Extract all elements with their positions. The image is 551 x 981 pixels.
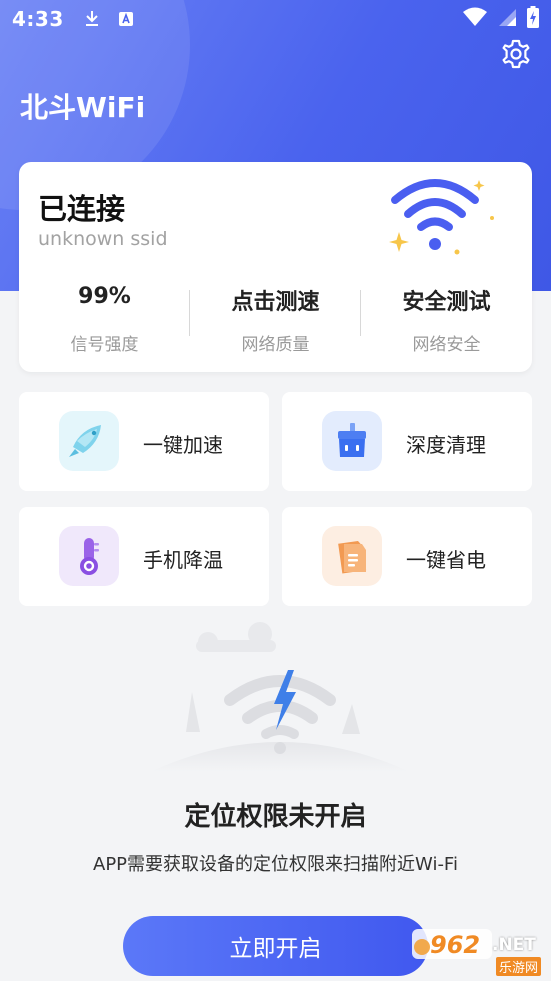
watermark-number: 962 <box>430 931 481 959</box>
stat-label: 网络质量 <box>241 335 310 355</box>
tool-tile-cooldown[interactable]: 手机降温 <box>19 507 269 606</box>
status-bar: 4:33 <box>0 0 551 38</box>
site-watermark: 962 .NET 乐游网 <box>412 925 547 977</box>
stat-value: 99% <box>78 284 131 309</box>
stat-label: 信号强度 <box>70 335 139 355</box>
stat-divider <box>360 290 361 336</box>
rocket-icon <box>59 411 119 471</box>
connection-status: 已连接 <box>38 192 126 226</box>
permission-title: 定位权限未开启 <box>184 802 367 832</box>
wifi-illustration <box>385 170 505 256</box>
connection-card: 已连接 unknown ssid 99% 信号强度 点击测速 网络质量 安全测试… <box>19 162 532 372</box>
stat-security-test[interactable]: 安全测试 网络安全 <box>361 274 532 364</box>
tool-label: 一键省电 <box>406 548 486 572</box>
gear-icon <box>500 38 532 74</box>
stat-label: 网络安全 <box>412 335 481 355</box>
battery-charging-icon <box>527 6 539 32</box>
stats-row: 99% 信号强度 点击测速 网络质量 安全测试 网络安全 <box>19 274 532 364</box>
stat-signal-strength[interactable]: 99% 信号强度 <box>19 274 190 364</box>
battery-saver-icon <box>322 526 382 586</box>
tool-tile-deep-clean[interactable]: 深度清理 <box>282 392 532 491</box>
font-icon <box>118 11 134 27</box>
stat-speed-test[interactable]: 点击测速 网络质量 <box>190 274 361 364</box>
wifi-signal-icon <box>463 7 487 31</box>
broom-icon <box>322 411 382 471</box>
stat-value: 安全测试 <box>402 290 491 315</box>
enable-location-button[interactable]: 立即开启 <box>123 916 428 976</box>
watermark-suffix: .NET <box>492 935 536 955</box>
settings-button[interactable] <box>498 38 534 74</box>
tool-label: 一键加速 <box>143 433 223 457</box>
download-icon <box>84 10 100 28</box>
status-right-icons <box>463 6 539 32</box>
tool-label: 深度清理 <box>406 433 486 457</box>
thermometer-icon <box>59 526 119 586</box>
stat-divider <box>189 290 190 336</box>
permission-description: APP需要获取设备的定位权限来扫描附近Wi-Fi <box>93 854 458 875</box>
tool-tile-power-save[interactable]: 一键省电 <box>282 507 532 606</box>
cell-signal-icon <box>497 7 517 31</box>
tool-label: 手机降温 <box>143 548 223 572</box>
ssid-label: unknown ssid <box>38 228 168 250</box>
watermark-cn: 乐游网 <box>496 957 542 976</box>
tool-tile-speedup[interactable]: 一键加速 <box>19 392 269 491</box>
stat-value: 点击测速 <box>231 290 320 315</box>
location-disabled-illustration <box>130 622 430 782</box>
status-time: 4:33 <box>12 7 64 31</box>
app-title: 北斗WiFi <box>20 91 146 124</box>
